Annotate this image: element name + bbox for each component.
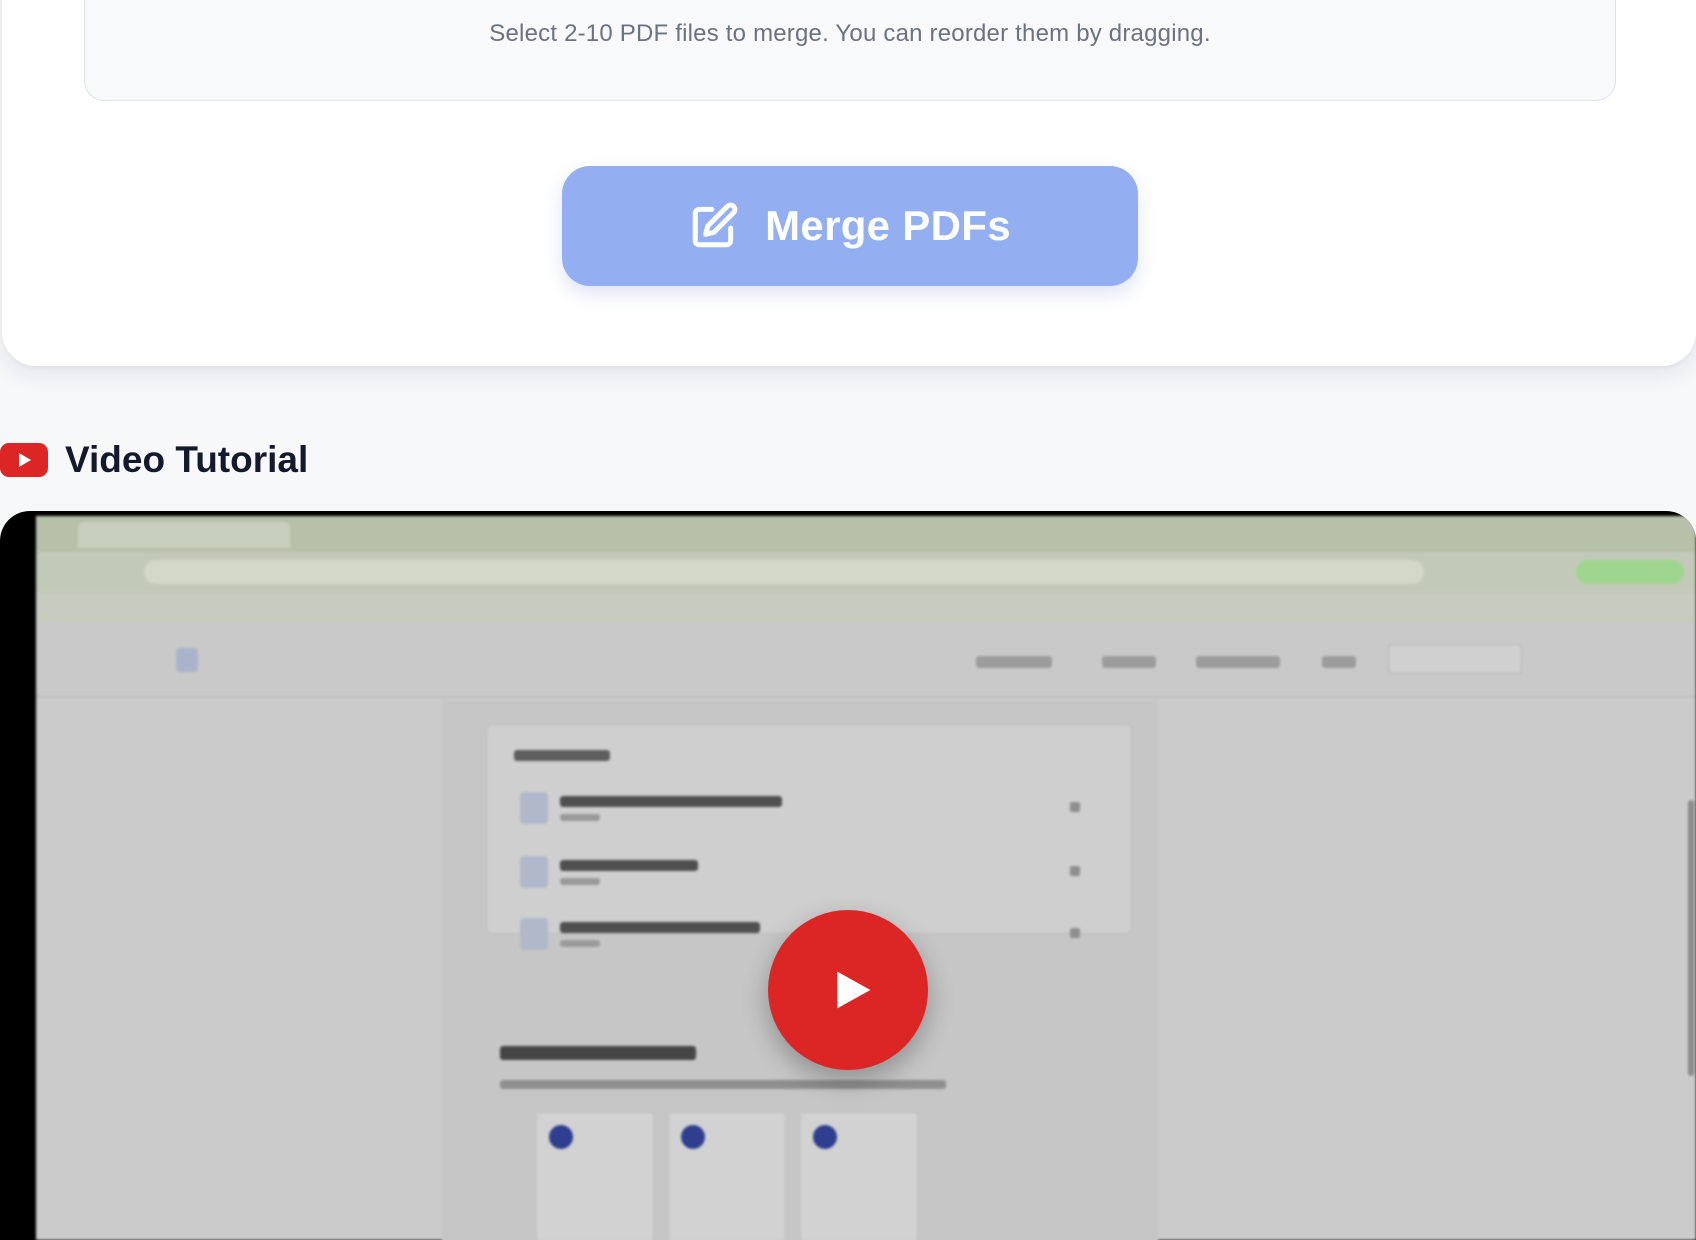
video-tutorial-heading: Video Tutorial bbox=[0, 436, 308, 484]
upload-card: Select 2-10 PDF files to merge. You can … bbox=[2, 0, 1696, 366]
merge-pdfs-label: Merge PDFs bbox=[765, 202, 1011, 249]
youtube-icon bbox=[0, 443, 48, 477]
video-player[interactable] bbox=[0, 511, 1696, 1240]
section-title: Video Tutorial bbox=[65, 439, 309, 480]
merge-pdfs-button[interactable]: Merge PDFs bbox=[562, 166, 1138, 286]
play-icon bbox=[837, 971, 871, 1009]
play-button[interactable] bbox=[768, 910, 928, 1070]
video-thumbnail bbox=[36, 516, 1696, 1240]
edit-icon bbox=[692, 202, 738, 248]
drop-zone-hint: Select 2-10 PDF files to merge. You can … bbox=[489, 20, 1211, 47]
file-drop-zone[interactable]: Select 2-10 PDF files to merge. You can … bbox=[84, 0, 1616, 101]
